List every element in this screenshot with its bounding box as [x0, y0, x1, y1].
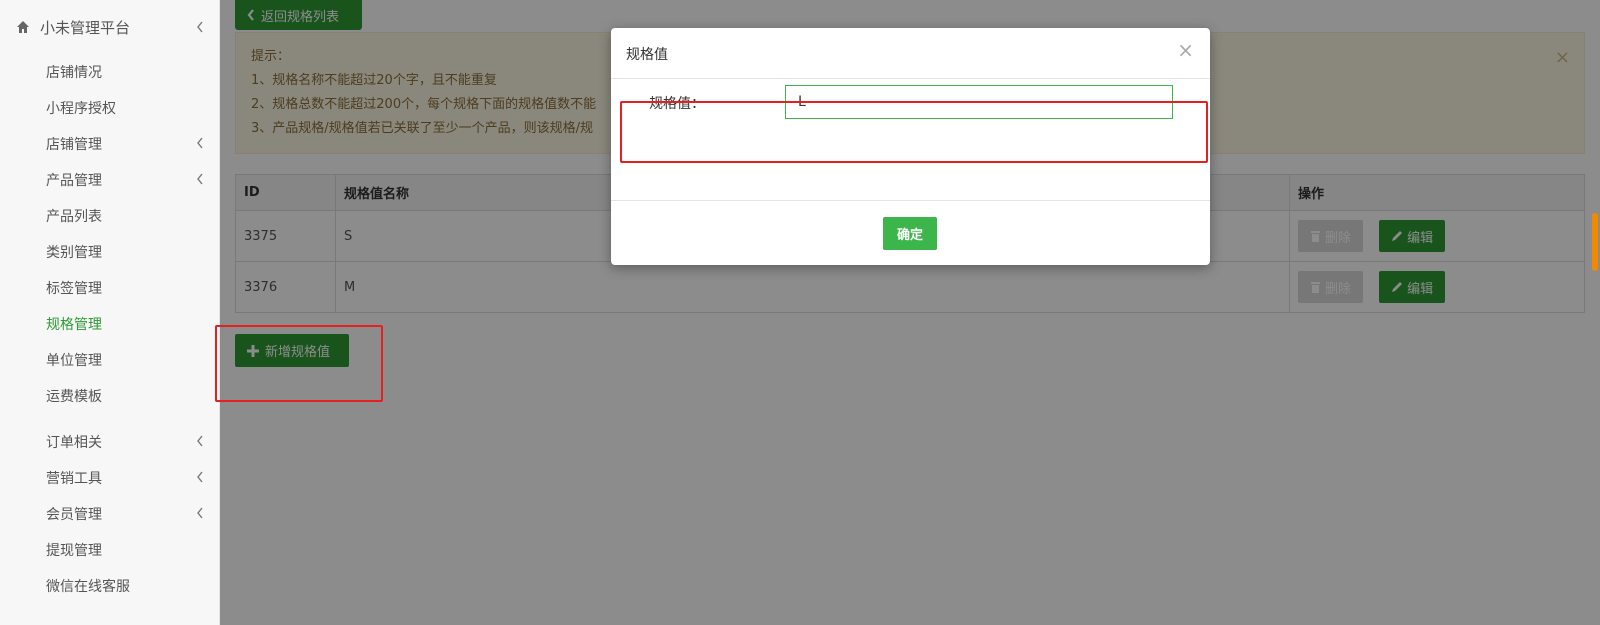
- sidebar-item-label: 单位管理: [46, 353, 102, 369]
- sidebar-item-label: 营销工具: [46, 471, 102, 487]
- sidebar-item-label: 类别管理: [46, 245, 102, 261]
- sidebar-item-category[interactable]: 类别管理: [0, 236, 220, 266]
- modal-close-button[interactable]: ×: [1177, 40, 1194, 60]
- sidebar-item-shipping-template[interactable]: 运费模板: [0, 380, 220, 410]
- sidebar-item-store-status[interactable]: 店铺情况: [0, 56, 220, 86]
- sidebar-item-wechat-service[interactable]: 微信在线客服: [0, 570, 220, 600]
- sidebar-item-miniprogram-auth[interactable]: 小程序授权: [0, 92, 220, 122]
- modal-footer: 确定: [611, 200, 1210, 265]
- sidebar-item-label: 订单相关: [46, 435, 102, 451]
- scrollbar-thumb[interactable]: [1592, 213, 1598, 271]
- highlight-box: [215, 325, 383, 402]
- sidebar: 小未管理平台 店铺情况 小程序授权 店铺管理 产品管理 产品列表 类别管理 标签…: [0, 0, 220, 625]
- sidebar-item-label: 产品列表: [46, 209, 102, 225]
- chevron-left-icon: [197, 507, 203, 519]
- sidebar-item-specs[interactable]: 规格管理: [0, 308, 220, 338]
- sidebar-brand[interactable]: 小未管理平台: [0, 12, 220, 42]
- sidebar-item-label: 店铺管理: [46, 137, 102, 153]
- sidebar-item-tags[interactable]: 标签管理: [0, 272, 220, 302]
- home-icon: [17, 21, 29, 33]
- sidebar-item-store-management[interactable]: 店铺管理: [0, 128, 220, 158]
- sidebar-item-label: 微信在线客服: [46, 579, 130, 595]
- sidebar-item-product-management[interactable]: 产品管理: [0, 164, 220, 194]
- modal-title: 规格值: [626, 47, 668, 63]
- sidebar-item-label: 产品管理: [46, 173, 102, 189]
- brand-title: 小未管理平台: [40, 19, 131, 37]
- chevron-left-icon: [197, 21, 203, 33]
- confirm-button[interactable]: 确定: [883, 217, 937, 250]
- chevron-left-icon: [197, 173, 203, 185]
- modal-header: 规格值 ×: [611, 28, 1210, 79]
- sidebar-item-units[interactable]: 单位管理: [0, 344, 220, 374]
- sidebar-item-members[interactable]: 会员管理: [0, 498, 220, 528]
- sidebar-item-orders[interactable]: 订单相关: [0, 426, 220, 456]
- sidebar-item-label: 规格管理: [46, 317, 102, 333]
- chevron-left-icon: [197, 435, 203, 447]
- sidebar-item-label: 运费模板: [46, 389, 102, 405]
- highlight-box: [620, 101, 1208, 163]
- sidebar-item-label: 会员管理: [46, 507, 102, 523]
- sidebar-item-marketing[interactable]: 营销工具: [0, 462, 220, 492]
- sidebar-item-product-list[interactable]: 产品列表: [0, 200, 220, 230]
- sidebar-item-withdrawals[interactable]: 提现管理: [0, 534, 220, 564]
- sidebar-item-label: 标签管理: [46, 281, 102, 297]
- sidebar-item-label: 小程序授权: [46, 101, 116, 117]
- sidebar-item-label: 提现管理: [46, 543, 102, 559]
- chevron-left-icon: [197, 471, 203, 483]
- sidebar-item-label: 店铺情况: [46, 65, 102, 81]
- chevron-left-icon: [197, 137, 203, 149]
